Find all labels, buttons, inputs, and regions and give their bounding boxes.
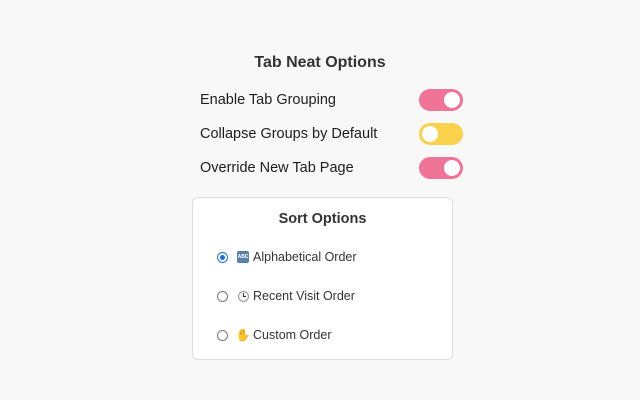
toggle-knob — [444, 160, 460, 176]
radio-label: Custom Order — [253, 328, 332, 342]
radio-button[interactable] — [217, 290, 228, 302]
option-label: Enable Tab Grouping — [200, 92, 336, 108]
toggle-knob — [444, 92, 460, 108]
clock-icon — [236, 289, 250, 303]
radio-button[interactable] — [217, 329, 228, 341]
option-label: Override New Tab Page — [200, 160, 354, 176]
radio-label: Alphabetical Order — [253, 250, 357, 264]
sort-options-title: Sort Options — [278, 211, 367, 227]
enable-tab-grouping-toggle[interactable] — [419, 89, 463, 111]
option-collapse-groups: Collapse Groups by Default — [200, 123, 463, 145]
page-title: Tab Neat Options — [254, 54, 386, 71]
toggle-knob — [422, 126, 438, 142]
override-new-tab-toggle[interactable] — [419, 157, 463, 179]
collapse-groups-toggle[interactable] — [419, 123, 463, 145]
options-page: Tab Neat Options Enable Tab Grouping Col… — [0, 0, 640, 400]
abc-icon: ABC — [236, 250, 250, 264]
raised-hand-icon: ✋ — [235, 328, 251, 342]
option-enable-tab-grouping: Enable Tab Grouping — [200, 89, 463, 111]
sort-option-alphabetical[interactable]: ABC Alphabetical Order — [217, 248, 357, 266]
sort-option-recent-visit[interactable]: Recent Visit Order — [217, 287, 355, 305]
option-label: Collapse Groups by Default — [200, 126, 378, 142]
sort-option-custom[interactable]: ✋ Custom Order — [217, 326, 332, 344]
sort-options-card: Sort Options ABC Alphabetical Order Rece… — [192, 197, 453, 360]
radio-button[interactable] — [217, 251, 228, 263]
option-override-new-tab: Override New Tab Page — [200, 157, 463, 179]
radio-label: Recent Visit Order — [253, 289, 355, 303]
